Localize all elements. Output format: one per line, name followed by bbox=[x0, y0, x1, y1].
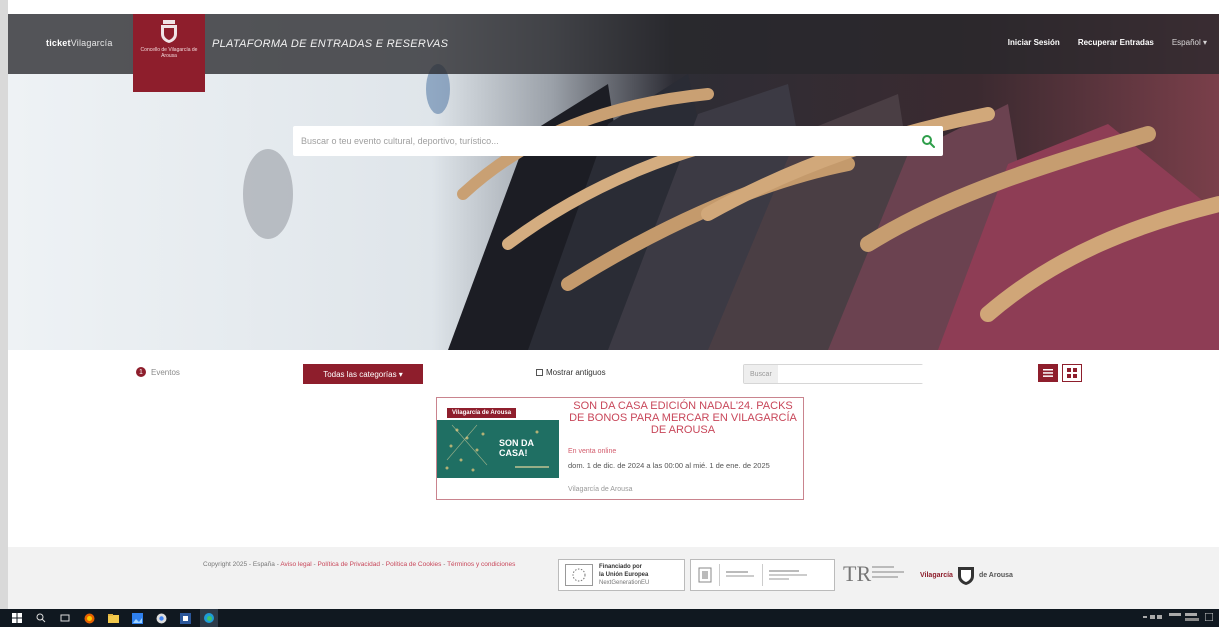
shield-icon bbox=[957, 567, 974, 585]
grid-icon bbox=[1067, 368, 1077, 378]
brand-strong: ticket bbox=[46, 38, 71, 48]
events-count-badge: 1 bbox=[136, 367, 146, 377]
municipality-crest[interactable]: Concello de Vilagarcía de Arousa bbox=[133, 14, 205, 92]
copyright-text: Copyright 2025 - España - Aviso legal - … bbox=[203, 561, 516, 568]
vila-logo-text: Vilagarcía bbox=[920, 571, 953, 579]
event-search-bar bbox=[293, 126, 943, 156]
notification-icon[interactable] bbox=[1205, 613, 1213, 621]
windows-taskbar bbox=[0, 609, 1219, 627]
filter-bar: 1 Eventos Todas las categorías ▾ Mostrar… bbox=[8, 360, 1219, 386]
list-filter-search: Buscar bbox=[743, 364, 955, 384]
search-icon[interactable] bbox=[921, 134, 935, 148]
search-icon[interactable] bbox=[34, 611, 48, 625]
categories-dropdown-button[interactable]: Todas las categorías ▾ bbox=[303, 364, 423, 384]
eu-flag-icon bbox=[565, 564, 593, 586]
task-view-icon[interactable] bbox=[58, 611, 72, 625]
crest-text: Concello de Vilagarcía de Arousa bbox=[140, 47, 198, 59]
event-location-tag: Vilagarcía de Arousa bbox=[447, 408, 517, 418]
secretariat-text-graphic bbox=[769, 570, 807, 580]
event-sale-status: En venta online bbox=[568, 448, 617, 455]
vilagarcia-footer-logo: Vilagarcía de Arousa bbox=[920, 564, 1013, 586]
grid-view-button[interactable] bbox=[1062, 364, 1082, 382]
eu-text-line: NextGenerationEU bbox=[599, 580, 650, 586]
event-date: dom. 1 de dic. de 2024 a las 00:00 al mi… bbox=[568, 461, 770, 470]
event-card[interactable]: Vilagarcía de Arousa SON DA CASA! SON DA… bbox=[436, 397, 804, 500]
brand-light: Vilagarcía bbox=[70, 38, 113, 48]
windows-start-icon[interactable] bbox=[10, 611, 24, 625]
show-old-label: Mostrar antiguos bbox=[546, 368, 606, 377]
list-filter-input[interactable] bbox=[777, 365, 955, 383]
clock-graphic[interactable] bbox=[1169, 612, 1199, 622]
word-icon[interactable] bbox=[178, 611, 192, 625]
chrome-icon[interactable] bbox=[154, 611, 168, 625]
show-old-toggle[interactable]: Mostrar antiguos bbox=[536, 368, 606, 377]
event-search-input[interactable] bbox=[301, 136, 921, 146]
page-footer: Copyright 2025 - España - Aviso legal - … bbox=[8, 547, 1219, 609]
recover-tickets-link[interactable]: Recuperar Entradas bbox=[1078, 38, 1154, 47]
tray-icons[interactable] bbox=[1143, 613, 1163, 621]
list-filter-label: Buscar bbox=[744, 365, 778, 383]
brand-logo[interactable]: ticketVilagarcía bbox=[46, 38, 113, 48]
spain-coat-of-arms-icon bbox=[698, 567, 712, 583]
legal-notice-link[interactable]: Aviso legal bbox=[280, 561, 311, 568]
copyright-prefix: Copyright 2025 - España - bbox=[203, 561, 279, 568]
photos-icon[interactable] bbox=[130, 611, 144, 625]
eu-funding-logo: Financiado por la Unión Europea NextGene… bbox=[558, 559, 685, 591]
privacy-policy-link[interactable]: Política de Privacidad bbox=[317, 561, 380, 568]
platform-title: PLATAFORMA DE ENTRADAS E RESERVAS bbox=[212, 38, 449, 50]
list-icon bbox=[1043, 369, 1053, 377]
ministry-text-graphic bbox=[726, 571, 754, 577]
cookies-policy-link[interactable]: Política de Cookies bbox=[386, 561, 442, 568]
eu-text-line: Financiado por bbox=[599, 564, 643, 570]
recovery-plan-text-graphic bbox=[872, 566, 904, 578]
login-link[interactable]: Iniciar Sesión bbox=[1008, 38, 1060, 47]
events-label: Eventos bbox=[151, 367, 180, 377]
shield-icon bbox=[161, 20, 177, 43]
logo-divider bbox=[719, 564, 720, 586]
event-image[interactable]: SON DA CASA! bbox=[437, 420, 559, 478]
top-navigation-bar: ticketVilagarcía Concello de Vilagarcía … bbox=[8, 14, 1219, 92]
eu-funding-text: Financiado por la Unión Europea NextGene… bbox=[599, 563, 649, 587]
logo-divider bbox=[762, 564, 763, 586]
show-old-checkbox[interactable] bbox=[536, 369, 543, 376]
recovery-plan-logo: TR bbox=[843, 561, 872, 586]
language-selector[interactable]: Español ▾ bbox=[1172, 38, 1207, 47]
event-place: Vilagarcía de Arousa bbox=[568, 486, 633, 493]
edge-icon[interactable] bbox=[200, 609, 218, 627]
file-explorer-icon[interactable] bbox=[106, 611, 120, 625]
terms-link[interactable]: Términos y condiciones bbox=[447, 561, 515, 568]
government-logo bbox=[690, 559, 835, 591]
browser-viewport: ticketVilagarcía Concello de Vilagarcía … bbox=[8, 0, 1219, 609]
header-nav: Iniciar Sesión Recuperar Entradas Españo… bbox=[1008, 38, 1207, 47]
system-tray bbox=[1143, 612, 1213, 622]
eu-text-line: la Unión Europea bbox=[599, 572, 649, 578]
hero-banner: ticketVilagarcía Concello de Vilagarcía … bbox=[8, 14, 1219, 350]
vila-logo-suffix: de Arousa bbox=[978, 571, 1013, 579]
events-counter: 1 Eventos bbox=[136, 367, 180, 377]
list-view-button[interactable] bbox=[1038, 364, 1058, 382]
firefox-icon[interactable] bbox=[82, 611, 96, 625]
view-toggle bbox=[1038, 364, 1082, 382]
event-title[interactable]: SON DA CASA EDICIÓN NADAL'24. PACKS DE B… bbox=[565, 400, 801, 436]
event-image-text: SON DA CASA! bbox=[499, 438, 534, 458]
